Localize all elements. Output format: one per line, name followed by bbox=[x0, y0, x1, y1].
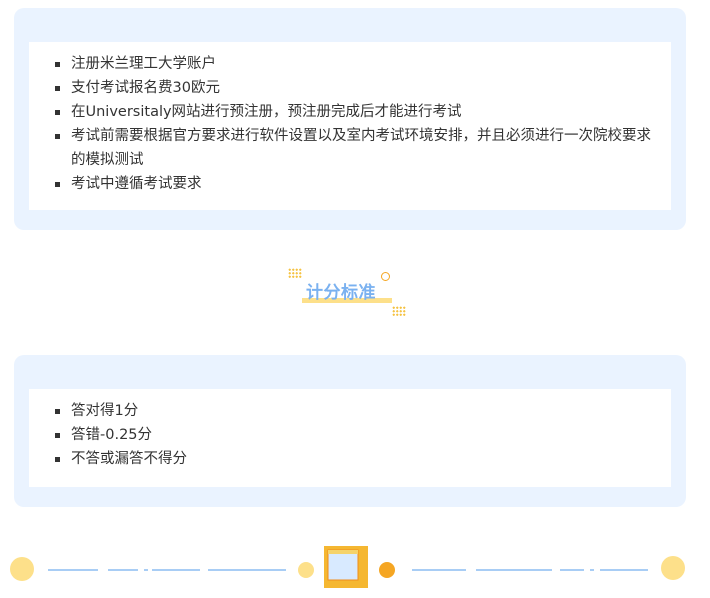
scoring-panel: 答对得1分 答错-0.25分 不答或漏答不得分 bbox=[29, 389, 671, 487]
dash-line bbox=[476, 569, 552, 571]
dash-line bbox=[208, 569, 286, 571]
list-item: 在Universitaly网站进行预注册，预注册完成后才能进行考试 bbox=[53, 100, 659, 124]
dash-line bbox=[600, 569, 648, 571]
requirements-panel: 注册米兰理工大学账户 支付考试报名费30欧元 在Universitaly网站进行… bbox=[29, 42, 671, 210]
dash-line bbox=[590, 569, 594, 571]
dash-line bbox=[108, 569, 138, 571]
box-icon bbox=[324, 546, 368, 588]
section-title: 计分标准 bbox=[306, 283, 376, 303]
ring-decoration-icon bbox=[381, 272, 390, 281]
dash-line bbox=[144, 569, 148, 571]
circle-decoration-icon bbox=[379, 562, 395, 578]
circle-decoration-icon bbox=[10, 557, 34, 581]
dash-line bbox=[152, 569, 200, 571]
dash-line bbox=[560, 569, 584, 571]
footer-decoration bbox=[0, 540, 710, 598]
circle-decoration-icon bbox=[661, 556, 685, 580]
scoring-card: 答对得1分 答错-0.25分 不答或漏答不得分 bbox=[14, 355, 686, 507]
list-item: 考试前需要根据官方要求进行软件设置以及室内考试环境安排，并且必须进行一次院校要求… bbox=[53, 124, 659, 172]
requirements-card: 注册米兰理工大学账户 支付考试报名费30欧元 在Universitaly网站进行… bbox=[14, 8, 686, 230]
dash-line bbox=[48, 569, 98, 571]
list-item: 答对得1分 bbox=[53, 399, 659, 423]
scoring-section-heading: 计分标准 bbox=[288, 268, 416, 318]
list-item: 考试中遵循考试要求 bbox=[53, 172, 659, 196]
dash-line bbox=[412, 569, 466, 571]
dots-decoration-icon bbox=[392, 306, 406, 316]
dots-decoration-icon bbox=[288, 268, 302, 278]
list-item: 支付考试报名费30欧元 bbox=[53, 76, 659, 100]
scoring-list: 答对得1分 答错-0.25分 不答或漏答不得分 bbox=[53, 399, 659, 471]
list-item: 注册米兰理工大学账户 bbox=[53, 52, 659, 76]
requirements-list: 注册米兰理工大学账户 支付考试报名费30欧元 在Universitaly网站进行… bbox=[53, 52, 659, 196]
list-item: 不答或漏答不得分 bbox=[53, 447, 659, 471]
list-item: 答错-0.25分 bbox=[53, 423, 659, 447]
circle-decoration-icon bbox=[298, 562, 314, 578]
